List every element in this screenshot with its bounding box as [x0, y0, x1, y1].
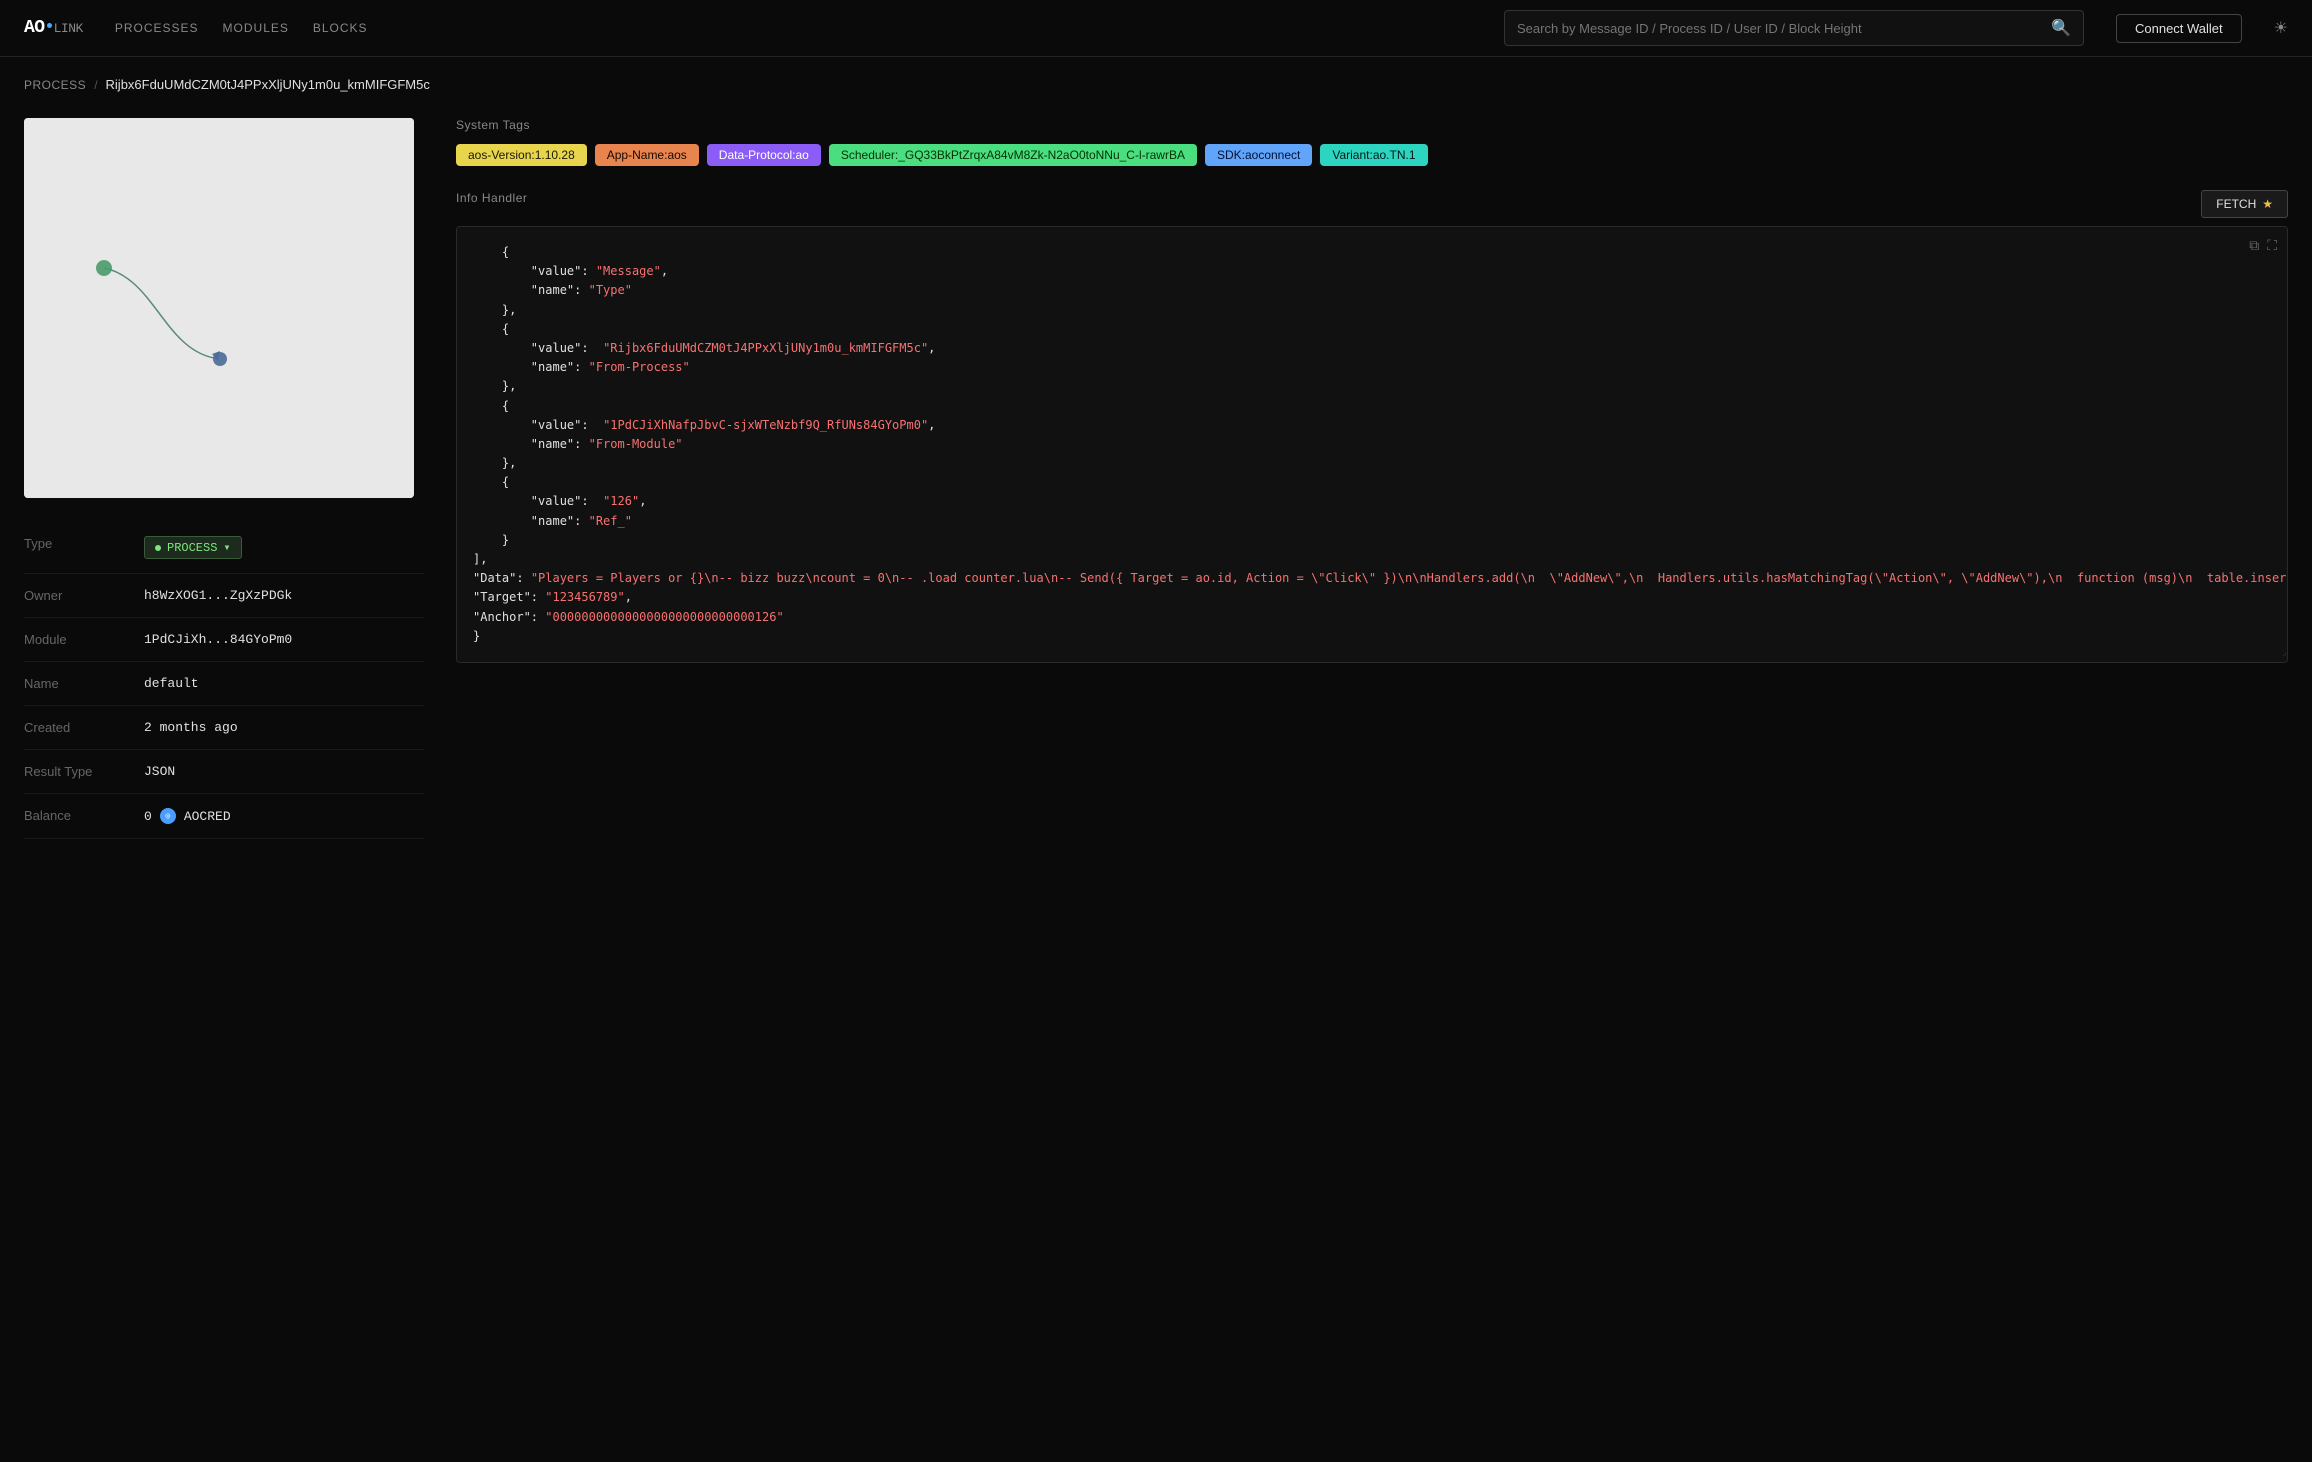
- meta-value-module: 1PdCJiXh...84GYoPm0: [144, 632, 292, 647]
- info-handler-header: Info Handler FETCH ★: [456, 190, 2288, 218]
- nav-item-modules[interactable]: MODULES: [223, 21, 289, 35]
- tag-5: Variant:ao.TN.1: [1320, 144, 1427, 166]
- meta-label-owner: Owner: [24, 588, 144, 603]
- copy-button[interactable]: ⧉: [2249, 237, 2259, 254]
- info-handler-section: Info Handler FETCH ★ ⧉ ⛶ { "value": "Mes…: [456, 190, 2288, 663]
- meta-row-result-type: Result Type JSON: [24, 750, 424, 794]
- meta-label-module: Module: [24, 632, 144, 647]
- meta-label-balance: Balance: [24, 808, 144, 823]
- nav-item-processes[interactable]: PROCESSES: [115, 21, 199, 35]
- fetch-star: ★: [2262, 197, 2273, 211]
- tag-4: SDK:aoconnect: [1205, 144, 1312, 166]
- balance-amount: 0: [144, 809, 152, 824]
- search-input[interactable]: [1517, 21, 2051, 36]
- breadcrumb-process-link[interactable]: PROCESS: [24, 78, 86, 92]
- resize-handle[interactable]: ⌟: [2273, 648, 2287, 662]
- main-nav: PROCESSES MODULES BLOCKS: [115, 21, 368, 35]
- left-panel: Type PROCESS ▾ Owner h8WzXOG1...ZgXzPDGk…: [24, 118, 424, 839]
- header: AO LINK PROCESSES MODULES BLOCKS 🔍 Conne…: [0, 0, 2312, 57]
- code-block[interactable]: ⧉ ⛶ { "value": "Message", "name": "Type"…: [456, 226, 2288, 663]
- process-type-badge[interactable]: PROCESS ▾: [144, 536, 242, 559]
- tag-3: Scheduler:_GQ33BkPtZrqxA84vM8Zk-N2aO0toN…: [829, 144, 1197, 166]
- logo-dot: [47, 23, 52, 28]
- breadcrumb-process-id: Rijbx6FduUMdCZM0tJ4PPxXljUNy1m0u_kmMIFGF…: [106, 77, 430, 92]
- tag-1: App-Name:aos: [595, 144, 699, 166]
- meta-label-result-type: Result Type: [24, 764, 144, 779]
- balance-row: 0 ◎ AOCRED: [144, 808, 231, 824]
- badge-label: PROCESS: [167, 541, 217, 555]
- breadcrumb: PROCESS / Rijbx6FduUMdCZM0tJ4PPxXljUNy1m…: [0, 57, 2312, 102]
- meta-row-name: Name default: [24, 662, 424, 706]
- meta-value-type: PROCESS ▾: [144, 536, 242, 559]
- theme-toggle-button[interactable]: ☀: [2274, 18, 2288, 38]
- balance-currency: AOCRED: [184, 809, 231, 824]
- meta-value-owner: h8WzXOG1...ZgXzPDGk: [144, 588, 292, 603]
- fetch-label: FETCH: [2216, 197, 2256, 211]
- system-tags-section: System Tags aos-Version:1.10.28 App-Name…: [456, 118, 2288, 166]
- meta-row-balance: Balance 0 ◎ AOCRED: [24, 794, 424, 839]
- meta-row-owner: Owner h8WzXOG1...ZgXzPDGk: [24, 574, 424, 618]
- meta-value-created: 2 months ago: [144, 720, 238, 735]
- search-bar[interactable]: 🔍: [1504, 10, 2084, 46]
- system-tags-title: System Tags: [456, 118, 2288, 132]
- meta-value-result-type: JSON: [144, 764, 175, 779]
- metadata-table: Type PROCESS ▾ Owner h8WzXOG1...ZgXzPDGk…: [24, 522, 424, 839]
- tag-2: Data-Protocol:ao: [707, 144, 821, 166]
- code-content: { "value": "Message", "name": "Type" }, …: [473, 243, 2271, 646]
- aocred-icon: ◎: [160, 808, 176, 824]
- process-graph: [24, 118, 414, 498]
- meta-value-balance: 0 ◎ AOCRED: [144, 808, 231, 824]
- connect-wallet-button[interactable]: Connect Wallet: [2116, 14, 2242, 43]
- info-handler-title: Info Handler: [456, 191, 527, 205]
- logo-ao-text: AO: [24, 18, 45, 38]
- meta-label-type: Type: [24, 536, 144, 551]
- meta-label-name: Name: [24, 676, 144, 691]
- main-content: Type PROCESS ▾ Owner h8WzXOG1...ZgXzPDGk…: [0, 102, 2312, 855]
- tag-0: aos-Version:1.10.28: [456, 144, 587, 166]
- expand-button[interactable]: ⛶: [2267, 237, 2277, 254]
- badge-dot: [155, 545, 161, 551]
- search-icon[interactable]: 🔍: [2051, 18, 2071, 38]
- meta-value-name: default: [144, 676, 199, 691]
- fetch-button[interactable]: FETCH ★: [2201, 190, 2288, 218]
- graph-container[interactable]: [24, 118, 414, 498]
- right-panel: System Tags aos-Version:1.10.28 App-Name…: [456, 118, 2288, 839]
- badge-arrow: ▾: [223, 540, 230, 555]
- nav-item-blocks[interactable]: BLOCKS: [313, 21, 368, 35]
- logo: AO LINK: [24, 18, 83, 38]
- meta-label-created: Created: [24, 720, 144, 735]
- meta-row-module: Module 1PdCJiXh...84GYoPm0: [24, 618, 424, 662]
- tags-container: aos-Version:1.10.28 App-Name:aos Data-Pr…: [456, 144, 2288, 166]
- logo-link-text: LINK: [54, 21, 83, 36]
- code-actions: ⧉ ⛶: [2249, 237, 2277, 254]
- breadcrumb-separator: /: [94, 78, 97, 92]
- meta-row-type: Type PROCESS ▾: [24, 522, 424, 574]
- meta-row-created: Created 2 months ago: [24, 706, 424, 750]
